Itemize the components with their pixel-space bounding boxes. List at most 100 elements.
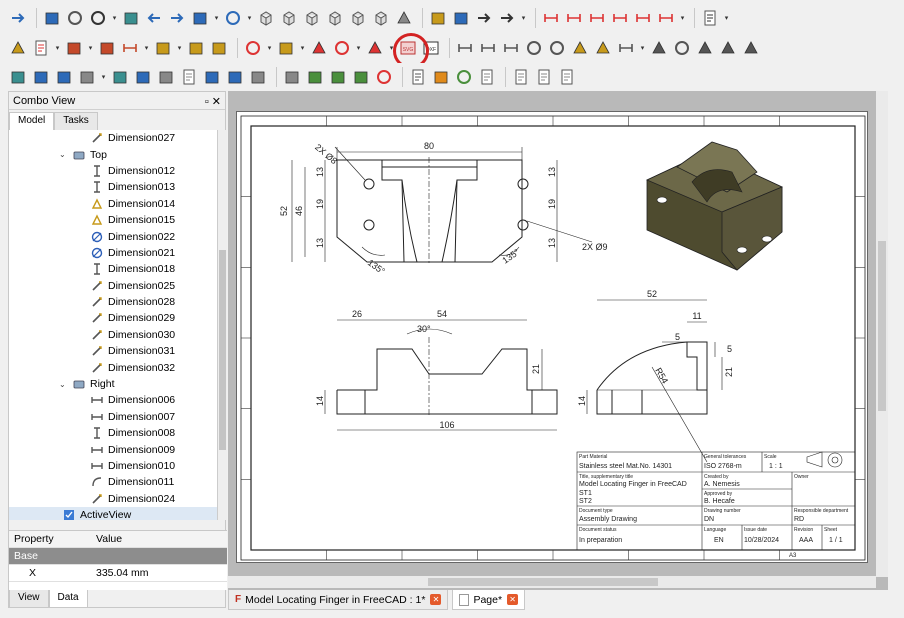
export-page-svg-icon[interactable]: SVG xyxy=(393,33,429,69)
measure-icon[interactable] xyxy=(394,8,414,28)
close-icon[interactable]: ✕ xyxy=(430,594,442,605)
table-view-icon[interactable] xyxy=(179,67,199,87)
tab-data[interactable]: Data xyxy=(48,590,88,608)
tree-item-dimension024[interactable]: Dimension024 xyxy=(9,491,217,507)
toolbar-dropdown-arrow-icon[interactable]: ▾ xyxy=(723,8,730,28)
panel-float-close-icons[interactable]: ▫ ✕ xyxy=(205,95,221,108)
leader-icon[interactable] xyxy=(587,8,607,28)
repair-dim-icon[interactable] xyxy=(741,38,761,58)
tree-item-dimension015[interactable]: Dimension015 xyxy=(9,212,217,228)
export-folder-icon[interactable] xyxy=(431,67,451,87)
link-dim-icon[interactable] xyxy=(649,38,669,58)
property-group-base[interactable]: Base xyxy=(9,548,227,565)
tab-tasks[interactable]: Tasks xyxy=(54,112,98,130)
text-format-icon[interactable] xyxy=(700,8,720,28)
drawing-sheet[interactable]: 80 2X Ø8 2X Ø9 52 46 13 19 13 13 19 13 1… xyxy=(236,111,868,563)
doc-2-icon[interactable] xyxy=(534,67,554,87)
tree-item-activeview[interactable]: ActiveView xyxy=(9,506,217,520)
balloon-icon[interactable] xyxy=(672,38,692,58)
angle-3pt-dim-icon[interactable] xyxy=(593,38,613,58)
toolbar-dropdown-arrow-icon[interactable]: ▾ xyxy=(100,67,107,87)
tree-item-dimension007[interactable]: Dimension007 xyxy=(9,409,217,425)
annotation-icon[interactable] xyxy=(408,67,428,87)
view-top-icon[interactable] xyxy=(302,8,322,28)
tree-item-dimension013[interactable]: Dimension013 xyxy=(9,179,217,195)
back-icon[interactable] xyxy=(144,8,164,28)
tree-item-dimension011[interactable]: Dimension011 xyxy=(9,474,217,490)
tree-item-dimension012[interactable]: Dimension012 xyxy=(9,163,217,179)
turn-view-icon[interactable] xyxy=(8,67,28,87)
link-view-icon[interactable] xyxy=(225,67,245,87)
camera-icon[interactable] xyxy=(31,67,51,87)
symbol-icon[interactable] xyxy=(209,38,229,58)
vertical-dim-icon[interactable] xyxy=(564,8,584,28)
geom-hatch-icon[interactable] xyxy=(305,67,325,87)
tree-item-dimension032[interactable]: Dimension032 xyxy=(9,359,217,375)
view-right-icon[interactable] xyxy=(325,8,345,28)
toolbar-dropdown-arrow-icon[interactable]: ▾ xyxy=(355,38,362,58)
toggle-frame-icon[interactable] xyxy=(374,67,394,87)
tree-item-dimension025[interactable]: Dimension025 xyxy=(9,278,217,294)
toolbar-dropdown-arrow-icon[interactable]: ▾ xyxy=(213,8,220,28)
toolbar-dropdown-arrow-icon[interactable]: ▾ xyxy=(520,8,527,28)
view-iso-icon[interactable] xyxy=(256,8,276,28)
toolbar-dropdown-arrow-icon[interactable]: ▾ xyxy=(54,38,61,58)
expand-arrow-icon[interactable]: ⌄ xyxy=(59,380,69,389)
image-icon[interactable] xyxy=(328,67,348,87)
toolbar-dropdown-arrow-icon[interactable]: ▾ xyxy=(111,8,118,28)
angle-dim-icon[interactable] xyxy=(570,38,590,58)
doc-tab-page[interactable]: Page* ✕ xyxy=(452,590,526,610)
media-view-icon[interactable] xyxy=(156,67,176,87)
refresh-icon[interactable] xyxy=(454,67,474,87)
view-rear-icon[interactable] xyxy=(348,8,368,28)
radius-dim-icon[interactable] xyxy=(524,38,544,58)
toolbar-dropdown-arrow-icon[interactable]: ▾ xyxy=(176,38,183,58)
tree-item-dimension028[interactable]: Dimension028 xyxy=(9,294,217,310)
length-dim-icon[interactable] xyxy=(455,38,475,58)
tab-view[interactable]: View xyxy=(9,590,49,608)
fit-all-icon[interactable] xyxy=(42,8,62,28)
tree-item-dimension009[interactable]: Dimension009 xyxy=(9,441,217,457)
tree-item-dimension014[interactable]: Dimension014 xyxy=(9,196,217,212)
view-bottom-icon[interactable] xyxy=(371,8,391,28)
centerline-icon[interactable] xyxy=(243,38,263,58)
insert-view-icon[interactable] xyxy=(64,38,84,58)
extent-dim-icon[interactable] xyxy=(616,38,636,58)
horizontal-dim-icon[interactable] xyxy=(478,38,498,58)
whats-this-icon[interactable] xyxy=(8,8,28,28)
cosmetic-vertex-icon[interactable] xyxy=(309,38,329,58)
toolbar-dropdown-arrow-icon[interactable]: ▾ xyxy=(246,8,253,28)
balloon-icon[interactable] xyxy=(633,8,653,28)
image-view-icon[interactable] xyxy=(133,67,153,87)
tree-item-dimension008[interactable]: Dimension008 xyxy=(9,425,217,441)
link-actions-icon[interactable] xyxy=(497,8,517,28)
weld-icon[interactable] xyxy=(610,8,630,28)
tree-item-top[interactable]: ⌄ Top xyxy=(9,146,217,162)
chain-dim-icon[interactable] xyxy=(656,8,676,28)
hatch-face-icon[interactable] xyxy=(282,67,302,87)
doc-3-icon[interactable] xyxy=(557,67,577,87)
zoom-icon[interactable] xyxy=(65,8,85,28)
midpoint-icon[interactable] xyxy=(332,38,352,58)
tree-item-dimension006[interactable]: Dimension006 xyxy=(9,392,217,408)
template-icon[interactable] xyxy=(31,38,51,58)
tree-item-dimension031[interactable]: Dimension031 xyxy=(9,343,217,359)
expand-arrow-icon[interactable]: ⌄ xyxy=(59,150,69,159)
projection-group-icon[interactable] xyxy=(97,38,117,58)
macro-icon[interactable] xyxy=(190,8,210,28)
toolbar-dropdown-arrow-icon[interactable]: ▾ xyxy=(639,38,646,58)
arch-view-icon[interactable] xyxy=(54,67,74,87)
std-views-icon[interactable] xyxy=(223,8,243,28)
toolbar-dropdown-arrow-icon[interactable]: ▾ xyxy=(299,38,306,58)
bitmap-icon[interactable] xyxy=(351,67,371,87)
hatch-icon[interactable] xyxy=(276,38,296,58)
close-icon[interactable]: ✕ xyxy=(507,594,519,605)
spreadsheet-view-icon[interactable] xyxy=(110,67,130,87)
detail-view-icon[interactable] xyxy=(153,38,173,58)
doc-tab-model[interactable]: F Model Locating Finger in FreeCAD : 1* … xyxy=(228,590,449,610)
forward-icon[interactable] xyxy=(167,8,187,28)
view-front-icon[interactable] xyxy=(279,8,299,28)
vertical-dim-icon[interactable] xyxy=(501,38,521,58)
tab-model[interactable]: Model xyxy=(9,112,55,130)
sync-view-icon[interactable] xyxy=(121,8,141,28)
